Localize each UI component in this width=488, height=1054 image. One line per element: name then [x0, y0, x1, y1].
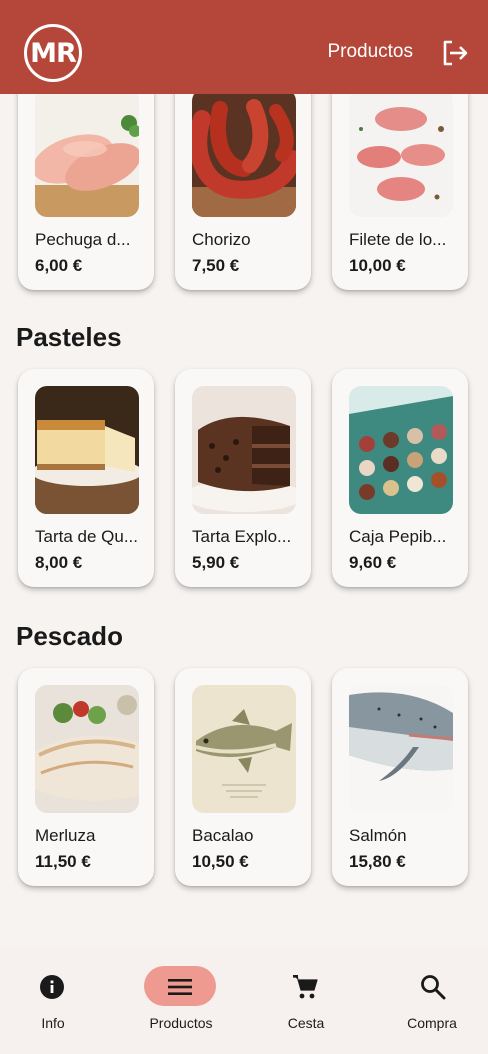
product-price: 7,50 € — [192, 256, 240, 275]
product-card[interactable]: Pechuga d... 6,00 € — [18, 94, 154, 290]
product-card[interactable]: Chorizo 7,50 € — [175, 94, 311, 290]
hake-image — [35, 685, 139, 813]
product-card[interactable]: Tarta Explo... 5,90 € — [175, 369, 311, 587]
product-list[interactable]: Pechuga d... 6,00 € Chorizo 7,50 € Filet… — [0, 94, 488, 948]
app-logo[interactable]: MR — [24, 24, 82, 82]
menu-icon — [168, 979, 192, 995]
product-price: 6,00 € — [35, 256, 83, 275]
product-name: Tarta Explo... — [192, 527, 292, 546]
product-name: Bacalao — [192, 826, 254, 845]
nav-label: Info — [41, 1015, 65, 1031]
nav-item-info[interactable]: Info — [0, 948, 122, 1054]
product-card[interactable]: Salmón 15,80 € — [332, 668, 468, 886]
product-price: 11,50 € — [35, 852, 91, 871]
chocolate-cake-image — [192, 386, 296, 514]
app-bar-title: Productos — [327, 41, 413, 62]
app-bar: MR Productos — [0, 0, 488, 94]
product-name: Salmón — [349, 826, 407, 845]
nav-item-productos[interactable]: Productos — [122, 948, 244, 1054]
nav-label: Productos — [149, 1015, 213, 1031]
cheesecake-image — [35, 386, 139, 514]
product-name: Chorizo — [192, 230, 251, 249]
product-name: Pechuga d... — [35, 230, 131, 249]
product-price: 15,80 € — [349, 852, 406, 871]
product-card[interactable]: Merluza 11,50 € — [18, 668, 154, 886]
nav-label: Cesta — [287, 1015, 325, 1031]
product-name: Filete de lo... — [349, 230, 447, 249]
product-name: Tarta de Qu... — [35, 527, 138, 546]
product-name: Merluza — [35, 826, 96, 845]
product-price: 8,00 € — [35, 553, 83, 572]
product-card[interactable]: Bacalao 10,50 € — [175, 668, 311, 886]
salmon-image — [349, 685, 453, 813]
product-price: 10,50 € — [192, 852, 249, 871]
loin-steak-image — [349, 94, 453, 217]
search-icon — [421, 975, 446, 1000]
product-price: 5,90 € — [192, 553, 240, 572]
chicken-breast-image — [35, 94, 139, 217]
bonbon-box-image — [349, 386, 453, 514]
category-title: Pescado — [16, 621, 123, 651]
bottom-navigation: Info Productos Cesta Compra — [0, 948, 488, 1054]
product-name: Caja Pepib... — [349, 527, 447, 546]
cart-icon — [293, 975, 318, 999]
product-card[interactable]: Filete de lo... 10,00 € — [332, 94, 468, 290]
product-price: 10,00 € — [349, 256, 406, 275]
nav-item-compra[interactable]: Compra — [366, 948, 488, 1054]
product-price: 9,60 € — [349, 553, 397, 572]
product-card[interactable]: Caja Pepib... 9,60 € — [332, 369, 468, 587]
chorizo-image — [192, 94, 296, 217]
product-card[interactable]: Tarta de Qu... 8,00 € — [18, 369, 154, 587]
cod-image — [192, 685, 296, 813]
category-title: Pasteles — [16, 322, 122, 352]
nav-item-cesta[interactable]: Cesta — [244, 948, 366, 1054]
logout-icon[interactable] — [441, 39, 469, 67]
nav-label: Compra — [407, 1015, 457, 1031]
info-icon — [40, 975, 64, 999]
